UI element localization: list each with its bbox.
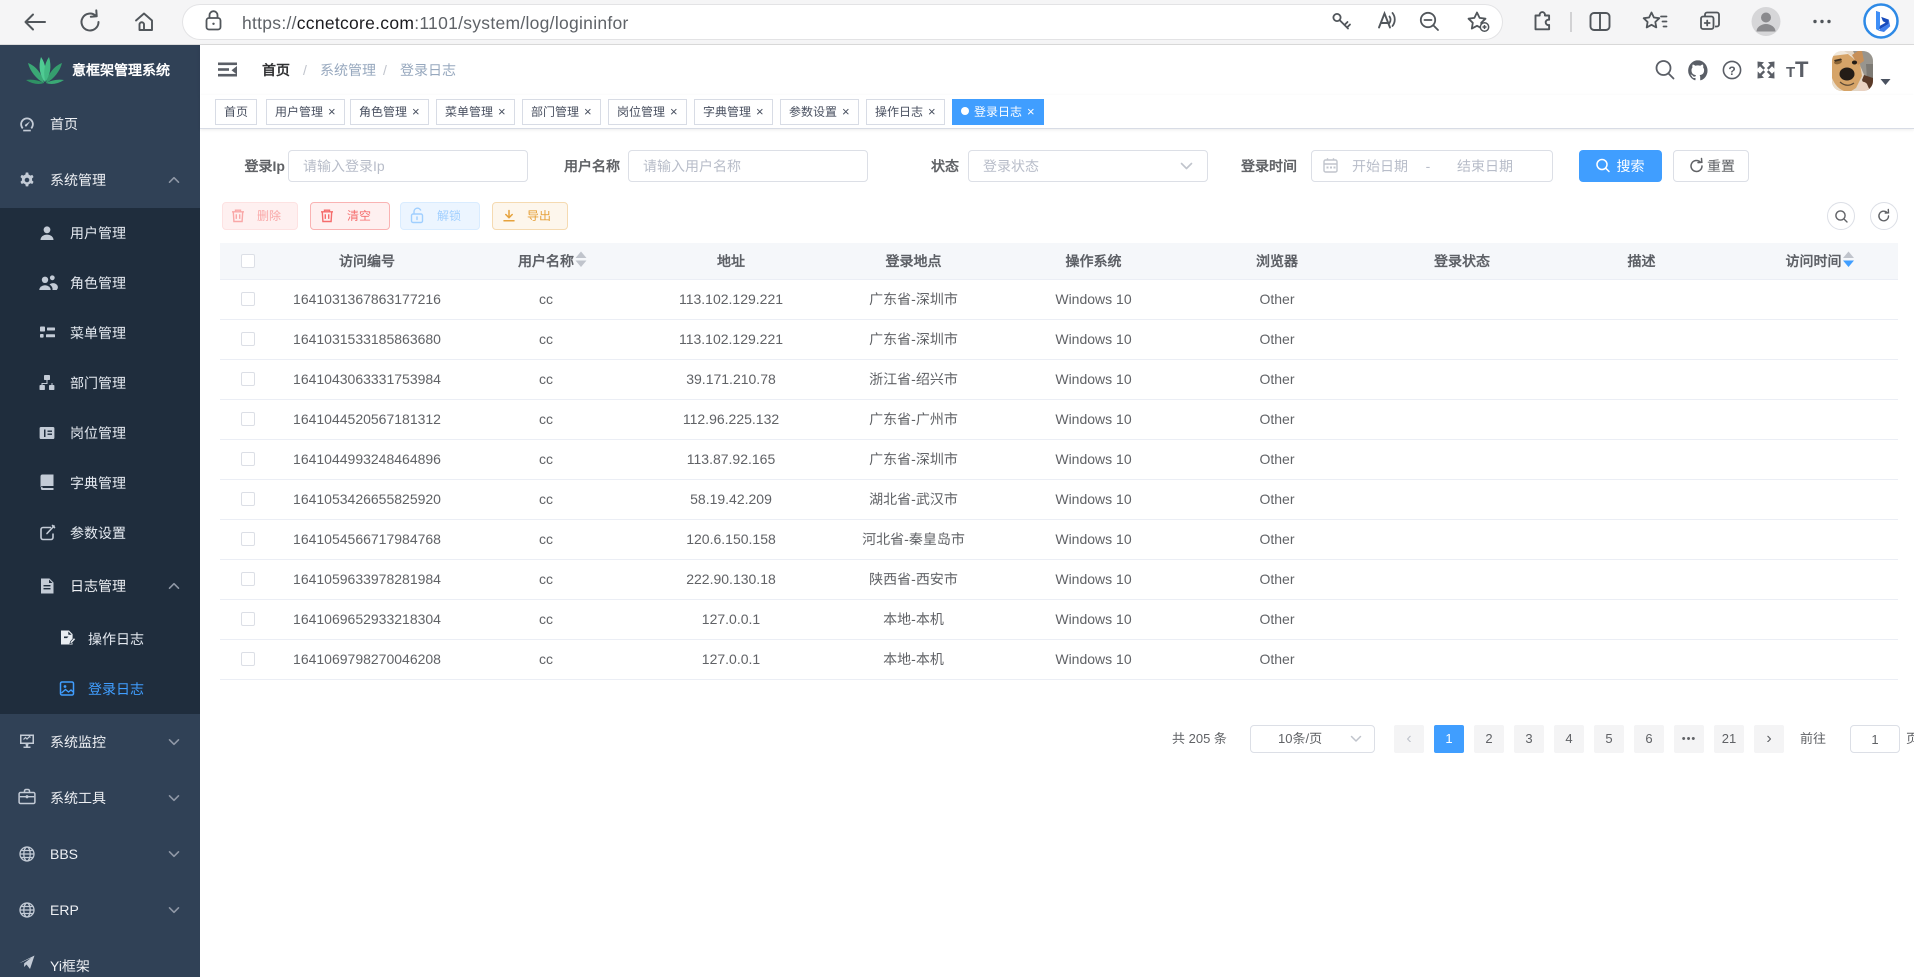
svg-text:?: ? — [1728, 64, 1735, 78]
svg-text:T: T — [1795, 57, 1809, 82]
svg-text:T: T — [1786, 64, 1795, 81]
